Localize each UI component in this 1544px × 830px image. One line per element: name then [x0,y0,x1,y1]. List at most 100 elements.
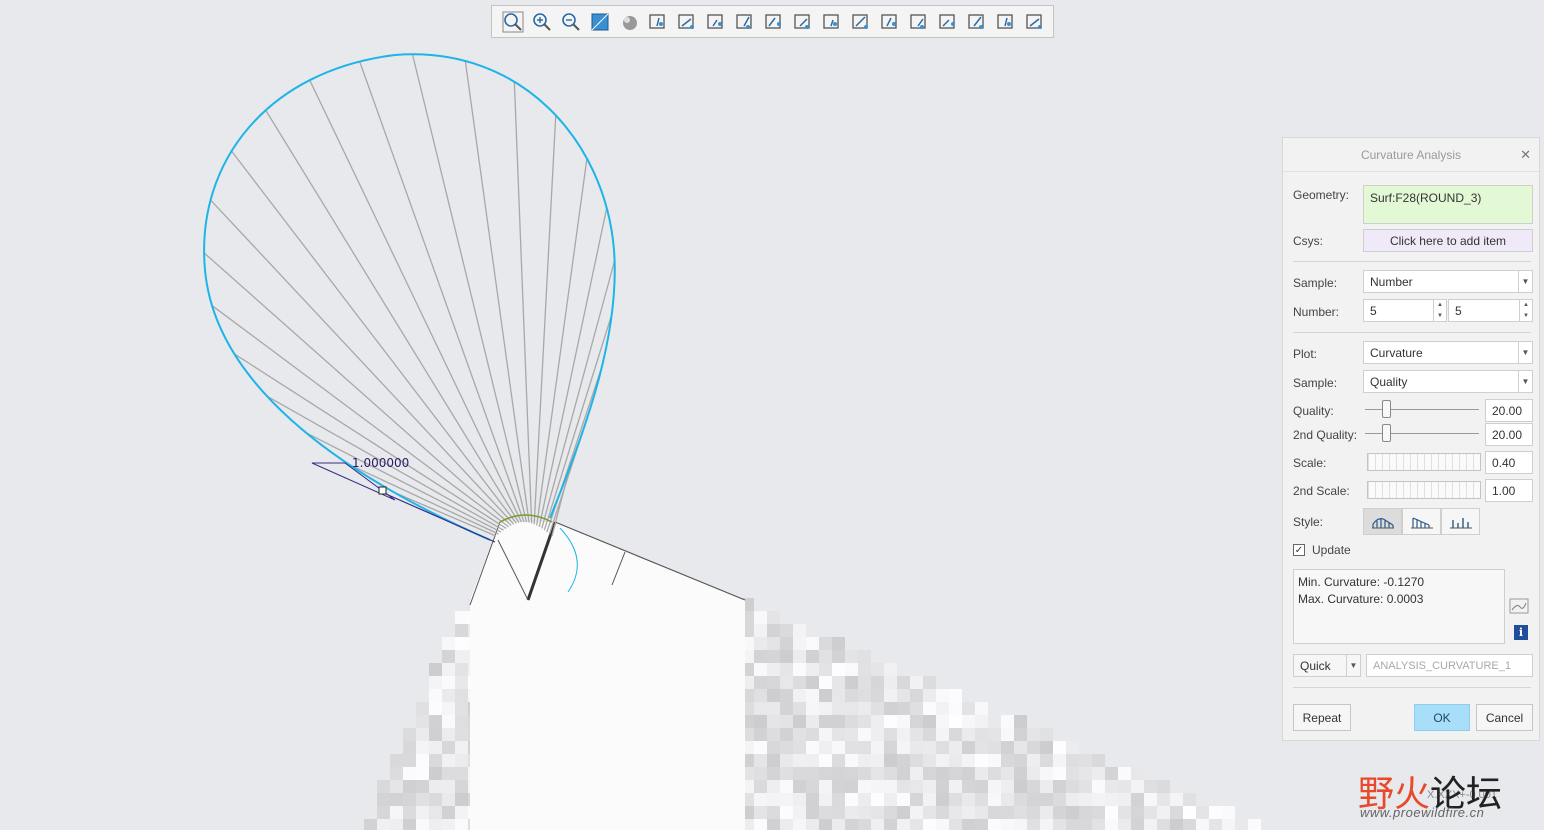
scale2-wheel[interactable] [1367,481,1481,499]
quality2-label: 2nd Quality: [1293,428,1358,442]
plane-display-icon[interactable] [817,7,846,36]
csys-row: Csys: [1293,234,1323,248]
chevron-down-icon[interactable]: ▼ [1518,342,1532,363]
analysis-name-input[interactable]: ANALYSIS_CURVATURE_1 [1366,654,1533,677]
min-curvature-text: Min. Curvature: -0.1270 [1298,575,1425,589]
spin-up-icon[interactable]: ▲ [1433,300,1446,311]
scale2-input[interactable]: 1.00 [1485,479,1533,502]
dialog-title: Curvature Analysis [1360,147,1462,162]
quality-slider-thumb[interactable] [1381,400,1391,418]
number-v-spinner[interactable]: 5 ▲ ▼ [1448,299,1533,322]
display-style-icon[interactable] [701,7,730,36]
csys-collector[interactable]: Click here to add item [1363,229,1533,252]
sample-row: Sample: [1293,276,1337,290]
spin-center-icon[interactable] [904,7,933,36]
graphics-viewport[interactable]: 1.000000 [0,0,1280,830]
sample-label: Sample: [1293,276,1338,290]
ok-button[interactable]: OK [1414,704,1470,731]
refit-icon[interactable] [585,7,614,36]
view-3d-icon[interactable] [643,7,672,36]
geometry-row: Geometry: [1293,188,1349,202]
plot-row: Plot: [1293,347,1317,361]
number-u-spinner[interactable]: 5 ▲ ▼ [1363,299,1447,322]
close-icon[interactable]: ✕ [1520,147,1531,163]
saved-orientations-icon[interactable] [730,7,759,36]
cancel-button[interactable]: Cancel [1476,704,1533,731]
shading-icon[interactable] [614,7,643,36]
plot-label: Plot: [1293,347,1318,361]
bar-style-icon [1449,517,1472,528]
curvature-value-label: 1.000000 [352,456,410,470]
sample2-label: Sample: [1293,376,1338,390]
quick-select-value: Quick [1300,658,1331,673]
zoom-fit-icon[interactable] [498,7,527,36]
sample-select-value: Number [1370,274,1413,289]
zoom-out-icon[interactable] [556,7,585,36]
results-panel: Min. Curvature: -0.1270 Max. Curvature: … [1293,569,1505,644]
geometry-collector[interactable]: Surf:F28(ROUND_3) [1363,185,1533,224]
update-checkbox[interactable]: ✓ [1293,544,1305,556]
dialog-title-bar[interactable]: Curvature Analysis ✕ [1283,138,1539,172]
style-bar-button[interactable] [1441,508,1480,535]
update-label: Update [1312,543,1351,557]
chevron-down-icon[interactable]: ▼ [1346,655,1360,676]
comb-line [234,353,507,529]
comb-style-icon [1371,517,1394,528]
feature-icon[interactable] [962,7,991,36]
scale-wheel[interactable] [1367,453,1481,471]
quality-input[interactable]: 20.00 [1485,399,1533,422]
style-row: Style: [1293,515,1323,529]
quality-row: Quality: [1293,404,1334,418]
comb-line [211,305,510,528]
repeat-button[interactable]: Repeat [1293,704,1351,731]
number-v-value: 5 [1455,303,1462,318]
curvature-comb [203,54,616,537]
spin-up-icon[interactable]: ▲ [1519,300,1532,311]
quality2-input[interactable]: 20.00 [1485,423,1533,446]
graph-icon[interactable] [1509,597,1529,615]
quality2-row: 2nd Quality: [1293,428,1357,442]
point-display-icon[interactable] [846,7,875,36]
scale2-label: 2nd Scale: [1293,484,1350,498]
quality2-slider-thumb[interactable] [1381,424,1391,442]
comb-line [513,81,533,524]
view-toolbar [491,5,1054,38]
comb-line [305,432,502,533]
number-row: Number: [1293,305,1339,319]
sample2-select[interactable]: Quality ▼ [1363,370,1533,393]
csys-label: Csys: [1293,234,1323,248]
style-label: Style: [1293,515,1324,529]
comb-line [309,79,523,523]
zoom-in-icon[interactable] [527,7,556,36]
watermark-url: www.proewildfire.cn [1360,805,1485,820]
max-curvature-text: Max. Curvature: 0.0003 [1298,592,1424,606]
curvature-analysis-dialog: Curvature Analysis ✕ Geometry: Surf:F28(… [1282,137,1540,741]
info-icon[interactable]: i [1514,625,1528,640]
sample-select[interactable]: Number ▼ [1363,270,1533,293]
chevron-down-icon[interactable]: ▼ [1518,371,1532,392]
csys-display-icon[interactable] [875,7,904,36]
scale2-row: 2nd Scale: [1293,484,1350,498]
spin-down-icon[interactable]: ▼ [1433,310,1446,321]
style-spike-button[interactable] [1402,508,1441,535]
comb-line [464,60,530,523]
quick-select[interactable]: Quick ▼ [1293,654,1361,677]
comb-line [411,54,528,523]
spin-down-icon[interactable]: ▼ [1519,310,1532,321]
named-views-icon[interactable] [672,7,701,36]
scale-input[interactable]: 0.40 [1485,451,1533,474]
model-body [469,521,746,830]
chevron-down-icon[interactable]: ▼ [1518,271,1532,292]
quality-label: Quality: [1293,404,1334,418]
datum-plane-icon[interactable] [759,7,788,36]
appearance-icon[interactable] [991,7,1020,36]
style-comb-button[interactable] [1363,508,1402,535]
render-icon[interactable] [1020,7,1049,36]
plot-select[interactable]: Curvature ▼ [1363,341,1533,364]
annotation-icon[interactable] [933,7,962,36]
watermark: X.XXX+-0.001 野火论坛 www.proewildfire.cn [1352,745,1532,825]
comb-line [359,61,525,523]
separator [1293,687,1531,688]
geometry-label: Geometry: [1293,188,1350,202]
axis-display-icon[interactable] [788,7,817,36]
